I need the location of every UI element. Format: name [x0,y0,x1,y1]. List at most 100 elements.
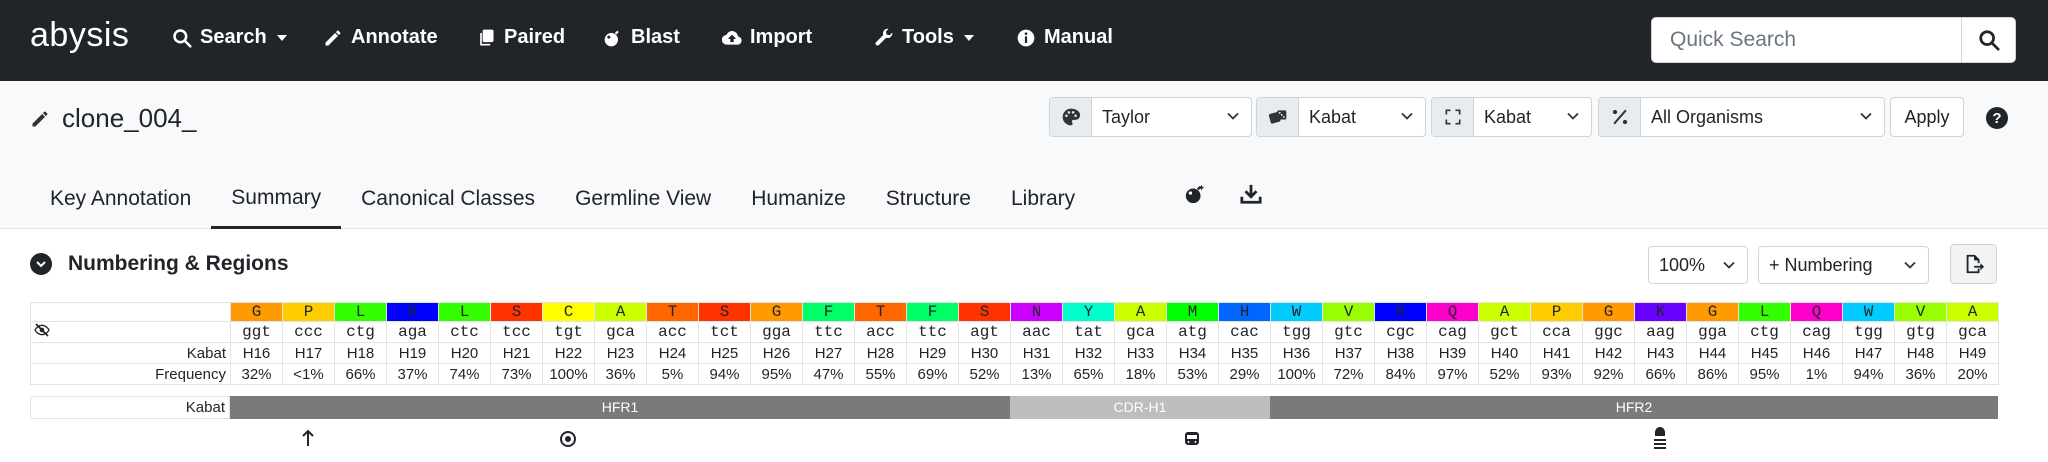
amino-acid-cell[interactable]: T [646,302,699,322]
amino-acid-cell[interactable]: N [1010,302,1063,322]
frequency-cell: 95% [1738,363,1791,385]
tab-canonical-classes[interactable]: Canonical Classes [341,169,555,229]
amino-acid-cell[interactable]: A [1114,302,1167,322]
amino-acid-cell[interactable]: K [1634,302,1687,322]
amino-acid-cell[interactable]: F [802,302,855,322]
organism-select[interactable]: All Organisms [1598,97,1885,137]
amino-acid-cell[interactable]: G [750,302,803,322]
export-button[interactable] [1950,244,1997,284]
tab-germline-view[interactable]: Germline View [555,169,731,229]
frequency-cell: 86% [1686,363,1739,385]
bomb-icon[interactable] [1184,183,1206,205]
collapse-chevron-icon[interactable] [30,253,52,275]
amino-acid-cell[interactable]: A [594,302,647,322]
dice-icon [1257,98,1299,136]
codon-cell: ttc [802,321,855,343]
amino-acid-cell[interactable]: V [1322,302,1375,322]
amino-acid-cell[interactable]: S [490,302,543,322]
page-title: clone_004_ [30,103,196,134]
download-icon[interactable] [1240,183,1262,205]
chevron-down-icon [1401,112,1413,120]
numbering-dropdown[interactable]: + Numbering [1758,246,1929,284]
kabat-position-cell: H20 [438,342,491,364]
numbering-table: GPLRLSCATSGFTFSNYAMHWVRQAPGKGLQWVA ggt cc… [30,302,1999,385]
nav-paired[interactable]: Paired [476,26,565,49]
kabat-position-cell: H35 [1218,342,1271,364]
tab-summary[interactable]: Summary [211,169,342,229]
nav-search[interactable]: Search [172,26,287,49]
amino-acid-cell[interactable]: S [958,302,1011,322]
amino-acid-cell[interactable]: G [1582,302,1635,322]
zoom-select[interactable]: 100% [1648,246,1748,284]
region-cdr-h1[interactable]: CDR-H1 [1010,396,1270,419]
amino-acid-cell[interactable]: Q [1790,302,1843,322]
arrow-up-icon[interactable] [299,426,317,450]
amino-acid-cell[interactable]: P [282,302,335,322]
kabat-position-cell: H29 [906,342,959,364]
amino-acid-cell[interactable]: S [698,302,751,322]
amino-acid-cell[interactable]: F [906,302,959,322]
amino-acid-cell[interactable]: W [1270,302,1323,322]
apply-button[interactable]: Apply [1890,97,1964,137]
nav-blast[interactable]: Blast [603,26,680,49]
chevron-down-icon [1567,112,1579,120]
quick-search-button[interactable] [1961,18,2016,62]
amino-acid-cell[interactable]: R [1374,302,1427,322]
export-icon [1966,254,1984,274]
codon-cell: ttc [906,321,959,343]
amino-acid-cell[interactable]: L [334,302,387,322]
select-value: Kabat [1309,106,1357,127]
bell-stack-icon[interactable] [1651,426,1669,450]
amino-acid-cell[interactable]: P [1530,302,1583,322]
tab-key-annotation[interactable]: Key Annotation [30,169,211,229]
dot-circle-icon[interactable] [559,426,577,450]
amino-acid-cell[interactable]: M [1166,302,1219,322]
frequency-cell: 37% [386,363,439,385]
frequency-cell: 74% [438,363,491,385]
region-hfr2[interactable]: HFR2 [1270,396,1998,419]
amino-acid-cell[interactable]: G [230,302,283,322]
pencil-icon[interactable] [30,109,50,129]
abysis-logo[interactable]: abysis [30,16,129,55]
cloud-upload-icon [722,28,742,48]
frequency-cell: 72% [1322,363,1375,385]
tab-library[interactable]: Library [991,169,1095,229]
amino-acid-cell[interactable]: W [1842,302,1895,322]
search-icon [172,28,192,48]
chevron-down-icon [1860,112,1872,120]
quick-search-input[interactable] [1652,18,1961,62]
bus-icon[interactable] [1183,426,1201,450]
numbering-scheme-select[interactable]: Kabat [1256,97,1426,137]
kabat-position-cell: H44 [1686,342,1739,364]
aa-header-blank [30,302,231,322]
nav-manual[interactable]: Manual [1016,26,1113,49]
nav-tools[interactable]: Tools [874,26,974,49]
amino-acid-cell[interactable]: A [1946,302,1999,322]
codon-cell: ctg [334,321,387,343]
amino-acid-cell[interactable]: G [1686,302,1739,322]
eye-slash-icon[interactable] [33,322,51,338]
tab-structure[interactable]: Structure [866,169,991,229]
help-icon[interactable]: ? [1986,107,2008,129]
amino-acid-cell[interactable]: R [386,302,439,322]
amino-acid-cell[interactable]: L [1738,302,1791,322]
tab-humanize[interactable]: Humanize [731,169,866,229]
amino-acid-cell[interactable]: C [542,302,595,322]
nav-import[interactable]: Import [722,26,812,49]
color-scheme-select[interactable]: Taylor [1049,97,1252,137]
region-definition-select[interactable]: Kabat [1431,97,1592,137]
amino-acid-cell[interactable]: T [854,302,907,322]
page-header: clone_004_ Taylor Kabat Kabat All Organi… [0,81,2048,229]
codon-cell: gtg [1894,321,1947,343]
amino-acid-cell[interactable]: Y [1062,302,1115,322]
amino-acid-cell[interactable]: L [438,302,491,322]
amino-acid-cell[interactable]: A [1478,302,1531,322]
amino-acid-cell[interactable]: Q [1426,302,1479,322]
numbering-regions-heading[interactable]: Numbering & Regions [30,252,289,276]
region-hfr1[interactable]: HFR1 [230,396,1010,419]
amino-acid-cell[interactable]: V [1894,302,1947,322]
nav-annotate[interactable]: Annotate [323,26,438,49]
codon-cell: tat [1062,321,1115,343]
amino-acid-cell[interactable]: H [1218,302,1271,322]
codon-cell: cac [1218,321,1271,343]
